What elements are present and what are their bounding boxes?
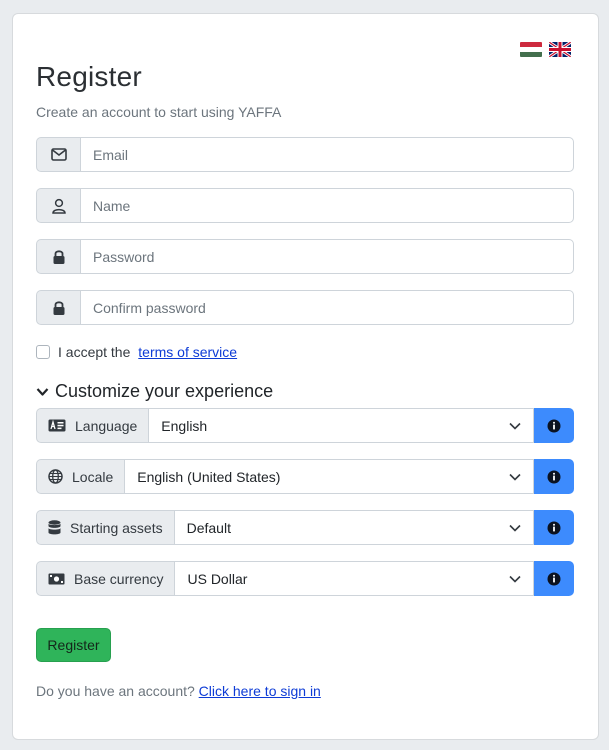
signin-link[interactable]: Click here to sign in <box>199 683 321 699</box>
money-bill-icon <box>48 573 65 584</box>
chevron-down-icon <box>509 524 521 532</box>
customize-toggle[interactable]: Customize your experience <box>36 381 273 402</box>
password-field-group <box>36 239 574 274</box>
base-currency-select[interactable]: US Dollar <box>174 561 534 596</box>
hungarian-flag-icon[interactable] <box>520 42 542 57</box>
name-field-group <box>36 188 574 223</box>
language-row: Language English <box>36 408 574 443</box>
envelope-icon <box>36 137 80 172</box>
database-icon <box>48 520 61 535</box>
terms-of-service-link[interactable]: terms of service <box>138 344 237 360</box>
language-label: Language <box>75 417 138 434</box>
chevron-down-icon <box>509 473 521 481</box>
language-info-button[interactable] <box>534 408 574 443</box>
register-button[interactable]: Register <box>36 628 111 662</box>
chevron-down-icon <box>36 387 49 396</box>
page-title: Register <box>36 61 142 92</box>
base-currency-label-addon: Base currency <box>36 561 175 596</box>
terms-row: I accept the terms of service <box>36 344 237 360</box>
starting-assets-label-addon: Starting assets <box>36 510 174 545</box>
confirm-password-field-group <box>36 290 574 325</box>
confirm-password-input[interactable] <box>80 290 574 325</box>
password-input[interactable] <box>80 239 574 274</box>
info-icon <box>547 470 561 483</box>
info-icon <box>547 572 561 585</box>
language-select[interactable]: English <box>148 408 534 443</box>
locale-row: Locale English (United States) <box>36 459 574 494</box>
starting-assets-value: Default <box>186 519 231 536</box>
lock-icon <box>36 290 80 325</box>
starting-assets-select[interactable]: Default <box>173 510 534 545</box>
base-currency-value: US Dollar <box>187 570 248 587</box>
page-subtitle: Create an account to start using YAFFA <box>36 104 282 120</box>
language-flags <box>520 42 571 57</box>
starting-assets-label: Starting assets <box>70 519 163 536</box>
email-field-group <box>36 137 574 172</box>
signin-row: Do you have an account? Click here to si… <box>36 683 321 699</box>
chevron-down-icon <box>509 575 521 583</box>
name-input[interactable] <box>80 188 574 223</box>
terms-label: I accept the <box>58 344 135 360</box>
email-input[interactable] <box>80 137 574 172</box>
locale-info-button[interactable] <box>534 459 574 494</box>
locale-label: Locale <box>72 468 114 485</box>
starting-assets-info-button[interactable] <box>534 510 574 545</box>
base-currency-info-button[interactable] <box>534 561 574 596</box>
locale-value: English (United States) <box>137 468 281 485</box>
id-card-icon <box>48 419 66 432</box>
starting-assets-row: Starting assets Default <box>36 510 574 545</box>
base-currency-row: Base currency US Dollar <box>36 561 574 596</box>
base-currency-label: Base currency <box>74 570 164 587</box>
register-card: Register Create an account to start usin… <box>12 13 599 740</box>
language-label-addon: Language <box>36 408 149 443</box>
info-icon <box>547 521 561 534</box>
globe-icon <box>48 469 63 484</box>
chevron-down-icon <box>509 422 521 430</box>
locale-select[interactable]: English (United States) <box>124 459 534 494</box>
signin-prefix: Do you have an account? <box>36 683 199 699</box>
info-icon <box>547 419 561 432</box>
language-value: English <box>161 417 208 434</box>
terms-checkbox[interactable] <box>36 345 50 359</box>
lock-icon <box>36 239 80 274</box>
locale-label-addon: Locale <box>36 459 125 494</box>
customize-heading: Customize your experience <box>55 381 274 401</box>
english-flag-icon[interactable] <box>549 42 571 57</box>
user-icon <box>36 188 80 223</box>
